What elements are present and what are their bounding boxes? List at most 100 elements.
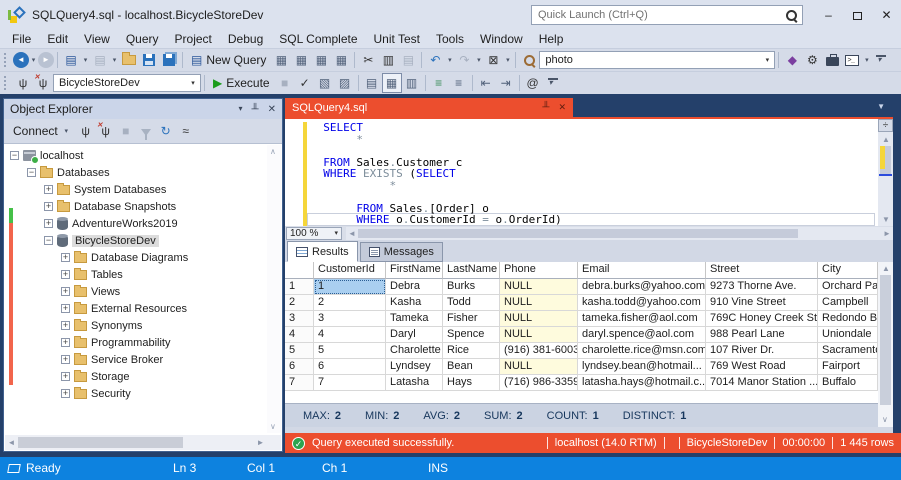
grid-cell[interactable]: 107 River Dr. bbox=[706, 343, 818, 359]
navigate-backward-icon[interactable]: ◄ bbox=[13, 52, 29, 68]
grid-cell[interactable]: Buffalo bbox=[818, 375, 878, 391]
scroll-right-icon[interactable]: ► bbox=[254, 438, 267, 447]
scroll-up-icon[interactable]: ▲ bbox=[882, 264, 890, 273]
row-number-cell[interactable]: 1 bbox=[285, 279, 314, 295]
change-connection-icon[interactable]: ψ bbox=[13, 73, 33, 93]
grid-cell[interactable]: Redondo Be bbox=[818, 311, 878, 327]
chevron-down-icon[interactable]: ▾ bbox=[445, 56, 454, 64]
toolbar-overflow-icon[interactable] bbox=[543, 73, 563, 93]
live-query-stats-icon[interactable]: ▨ bbox=[335, 73, 355, 93]
grid-cell[interactable]: (716) 986-3359 bbox=[500, 375, 578, 391]
tree-item-system-databases[interactable]: +System Databases bbox=[4, 181, 266, 198]
chevron-down-icon[interactable]: ▾ bbox=[474, 56, 483, 64]
new-dmx-query-icon[interactable]: ▦ bbox=[291, 50, 311, 70]
scroll-right-icon[interactable]: ► bbox=[881, 229, 893, 238]
minimize-button[interactable]: – bbox=[814, 0, 843, 30]
scroll-left-icon[interactable]: ◄ bbox=[346, 229, 358, 238]
new-project-icon[interactable]: ▤ bbox=[61, 50, 81, 70]
tree-item-external-resources[interactable]: +External Resources bbox=[4, 300, 266, 317]
grid-cell[interactable]: NULL bbox=[500, 359, 578, 375]
expand-icon[interactable]: + bbox=[61, 389, 70, 398]
expand-icon[interactable]: + bbox=[61, 253, 70, 262]
grid-cell[interactable]: Daryl bbox=[386, 327, 443, 343]
tree-item-views[interactable]: +Views bbox=[4, 283, 266, 300]
grid-cell[interactable]: 5 bbox=[314, 343, 386, 359]
chevron-down-icon[interactable]: ▾ bbox=[862, 56, 871, 64]
grid-cell[interactable]: Sacramento bbox=[818, 343, 878, 359]
activity-monitor-icon[interactable]: ≈ bbox=[176, 121, 196, 141]
uncomment-icon[interactable]: ≡ bbox=[449, 73, 469, 93]
row-number-cell[interactable]: 5 bbox=[285, 343, 314, 359]
grid-cell[interactable]: Spence bbox=[443, 327, 500, 343]
increase-indent-icon[interactable]: ⇥ bbox=[496, 73, 516, 93]
wrench-icon[interactable]: ⚙ bbox=[802, 50, 822, 70]
grid-cell[interactable]: Lyndsey bbox=[386, 359, 443, 375]
navigate-forward-icon[interactable]: ► bbox=[38, 52, 54, 68]
results-to-grid-icon[interactable]: ▦ bbox=[382, 73, 402, 93]
window-position-icon[interactable]: ▾ bbox=[239, 104, 243, 115]
tree-item-bicyclestoredev[interactable]: −BicycleStoreDev bbox=[4, 232, 266, 249]
grid-cell[interactable]: charolette.rice@msn.com bbox=[578, 343, 706, 359]
results-vscrollbar[interactable]: ▲ ∨ bbox=[878, 262, 893, 427]
grid-cell[interactable]: 7 bbox=[314, 375, 386, 391]
grid-cell[interactable]: debra.burks@yahoo.com bbox=[578, 279, 706, 295]
menu-item-file[interactable]: File bbox=[4, 31, 39, 48]
grid-cell[interactable]: 7014 Manor Station ... bbox=[706, 375, 818, 391]
expand-icon[interactable]: + bbox=[44, 219, 53, 228]
row-number-cell[interactable]: 6 bbox=[285, 359, 314, 375]
grid-cell[interactable]: 2 bbox=[314, 295, 386, 311]
collapse-icon[interactable]: − bbox=[44, 236, 53, 245]
expand-icon[interactable]: + bbox=[44, 185, 53, 194]
scroll-down-icon[interactable]: ▼ bbox=[882, 215, 890, 224]
grid-cell[interactable]: 1 bbox=[314, 279, 386, 295]
close-tab-icon[interactable]: ✕ bbox=[558, 102, 566, 113]
toolbar-grip[interactable] bbox=[4, 76, 9, 90]
paste-icon[interactable]: ▤ bbox=[398, 50, 418, 70]
sql-code[interactable]: SELECT * FROM Sales.Customer c WHERE EXI… bbox=[310, 122, 876, 226]
grid-cell[interactable]: 6 bbox=[314, 359, 386, 375]
grid-cell[interactable]: 4 bbox=[314, 327, 386, 343]
expand-icon[interactable]: + bbox=[44, 202, 53, 211]
console-icon[interactable] bbox=[842, 50, 862, 70]
open-file-icon[interactable] bbox=[119, 50, 139, 70]
add-item-icon[interactable]: ▤ bbox=[90, 50, 110, 70]
grid-cell[interactable]: Hays bbox=[443, 375, 500, 391]
cancel-query-icon[interactable]: ■ bbox=[275, 73, 295, 93]
grid-cell[interactable]: Orchard Park bbox=[818, 279, 878, 295]
grid-cell[interactable]: Campbell bbox=[818, 295, 878, 311]
quick-launch-input[interactable]: Quick Launch (Ctrl+Q) bbox=[531, 5, 803, 25]
scroll-left-icon[interactable]: ◄ bbox=[5, 438, 18, 447]
tab-list-dropdown-icon[interactable]: ▼ bbox=[877, 102, 885, 111]
menu-item-edit[interactable]: Edit bbox=[39, 31, 76, 48]
close-panel-icon[interactable]: ✕ bbox=[268, 104, 276, 115]
save-icon[interactable] bbox=[139, 50, 159, 70]
editor-tab[interactable]: SQLQuery4.sql ╨ ✕ bbox=[285, 98, 573, 117]
grid-cell[interactable]: Tameka bbox=[386, 311, 443, 327]
tree-item-adventureworks2019[interactable]: +AdventureWorks2019 bbox=[4, 215, 266, 232]
new-mdx-query-icon[interactable]: ▦ bbox=[271, 50, 291, 70]
grid-cell[interactable]: 988 Pearl Lane bbox=[706, 327, 818, 343]
grid-cell[interactable]: Rice bbox=[443, 343, 500, 359]
maximize-button[interactable] bbox=[843, 0, 872, 30]
tree-item-tables[interactable]: +Tables bbox=[4, 266, 266, 283]
object-explorer-vscrollbar[interactable]: ∧∨ bbox=[267, 145, 281, 433]
menu-item-view[interactable]: View bbox=[76, 31, 118, 48]
grid-cell[interactable]: kasha.todd@yahoo.com bbox=[578, 295, 706, 311]
grid-cell[interactable]: Uniondale bbox=[818, 327, 878, 343]
menu-item-tools[interactable]: Tools bbox=[428, 31, 472, 48]
pin-icon[interactable]: ╨ bbox=[542, 102, 549, 113]
connect-icon[interactable]: ψ bbox=[76, 121, 96, 141]
editor-hscrollbar[interactable]: ◄ ► bbox=[346, 227, 893, 240]
refresh-icon[interactable]: ↻ bbox=[156, 121, 176, 141]
column-header-lastname[interactable]: LastName bbox=[443, 262, 500, 279]
chevron-down-icon[interactable]: ▾ bbox=[760, 56, 774, 64]
editor-vscrollbar[interactable]: ÷ ▲ ▼ bbox=[878, 119, 893, 226]
grid-cell[interactable]: NULL bbox=[500, 279, 578, 295]
disconnect-icon[interactable]: ψ✕ bbox=[33, 73, 53, 93]
split-editor-handle[interactable]: ÷ bbox=[878, 119, 893, 132]
save-all-icon[interactable] bbox=[159, 50, 179, 70]
menu-item-project[interactable]: Project bbox=[167, 31, 220, 48]
tree-item-localhost[interactable]: −localhost bbox=[4, 147, 266, 164]
tree-item-database-snapshots[interactable]: +Database Snapshots bbox=[4, 198, 266, 215]
tree-item-storage[interactable]: +Storage bbox=[4, 368, 266, 385]
